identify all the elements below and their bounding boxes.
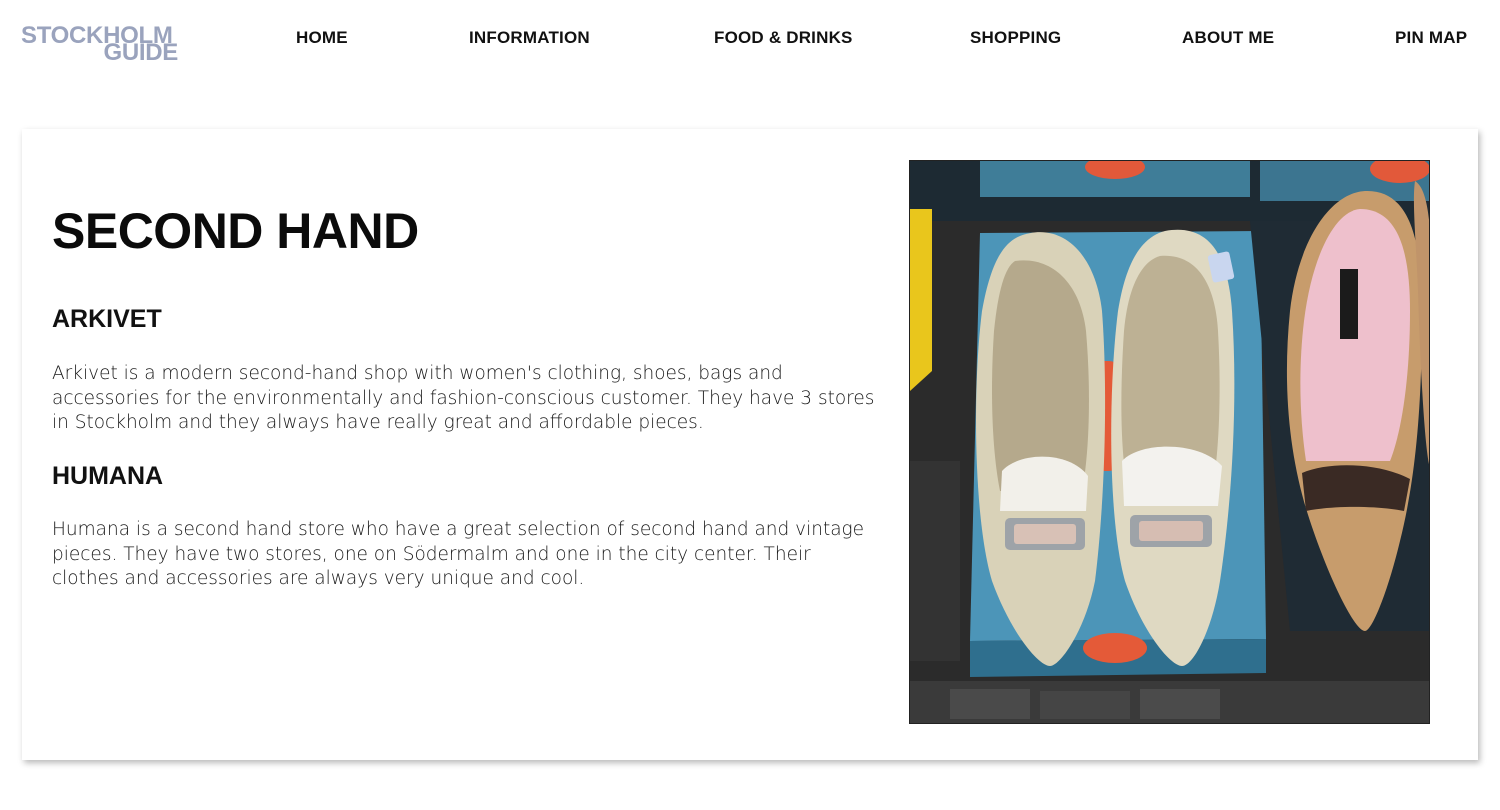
nav-about-me[interactable]: ABOUT ME xyxy=(1182,28,1274,48)
section-text-humana: Humana is a second hand store who have a… xyxy=(52,519,865,589)
nav-home[interactable]: HOME xyxy=(296,28,348,48)
section-text-arkivet: Arkivet is a modern second-hand shop wit… xyxy=(52,363,875,433)
site-logo[interactable]: STOCKHOLM GUIDE xyxy=(21,24,181,65)
nav-shopping[interactable]: SHOPPING xyxy=(970,28,1061,48)
section-heading-humana: HUMANA xyxy=(52,462,164,490)
nav-information[interactable]: INFORMATION xyxy=(469,28,590,48)
top-navigation: STOCKHOLM GUIDE HOME INFORMATION FOOD & … xyxy=(0,0,1500,80)
page-title: SECOND HAND xyxy=(52,203,419,259)
section-heading-arkivet: ARKIVET xyxy=(52,305,162,333)
nav-pin-map[interactable]: PIN MAP xyxy=(1395,28,1467,48)
shoes-photo xyxy=(909,160,1430,724)
nav-food-drinks[interactable]: FOOD & DRINKS xyxy=(714,28,853,48)
